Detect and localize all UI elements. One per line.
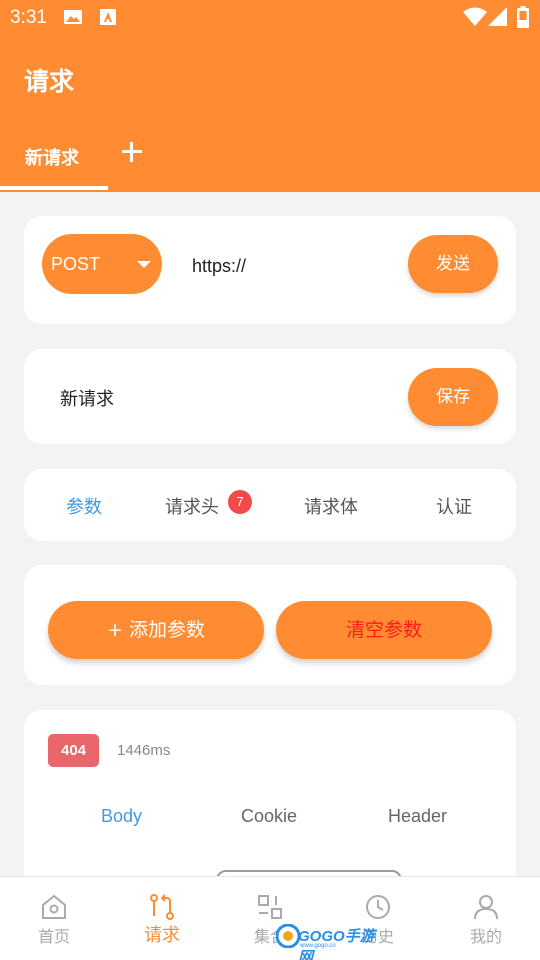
history-icon <box>366 895 390 919</box>
nav-home-label: 首页 <box>37 927 70 946</box>
add-param-button[interactable]: + 添加参数 <box>48 601 264 659</box>
nav-home[interactable]: 首页 <box>4 877 104 960</box>
tab-auth[interactable]: 认证 <box>436 493 472 519</box>
add-tab-button[interactable] <box>118 138 146 166</box>
collection-icon <box>258 895 282 919</box>
tab-params[interactable]: 参数 <box>66 493 102 519</box>
status-time: 3:31 <box>10 7 47 28</box>
url-input[interactable]: https:// <box>192 256 246 277</box>
image-icon <box>64 10 82 24</box>
watermark-domain: www.gogo.cn <box>300 943 336 949</box>
request-name-card: 新请求 保存 <box>24 349 516 444</box>
nav-profile[interactable]: 我的 <box>436 877 536 960</box>
nav-request-label: 请求 <box>144 925 180 946</box>
cellular-signal-icon <box>488 7 507 26</box>
status-code-badge: 404 <box>48 734 99 767</box>
chevron-down-icon <box>137 261 151 268</box>
bottom-navigation: 首页 请求 集合 历史 我的 <box>0 876 540 960</box>
response-time: 1446ms <box>117 742 171 759</box>
home-icon <box>42 894 66 919</box>
font-icon <box>100 9 116 25</box>
tab-new-request[interactable]: 新请求 <box>25 144 79 170</box>
wifi-icon <box>463 7 487 26</box>
param-tabs-card: 参数 请求头 7 请求体 认证 <box>24 469 516 541</box>
nav-profile-label: 我的 <box>469 927 502 946</box>
page-title: 请求 <box>24 67 75 96</box>
save-button[interactable]: 保存 <box>408 368 498 426</box>
method-dropdown[interactable]: POST <box>42 234 162 294</box>
watermark-logo-icon <box>276 924 300 948</box>
tab-indicator <box>0 186 108 190</box>
method-value: POST <box>51 254 101 274</box>
tab-response-body[interactable]: Body <box>101 806 142 827</box>
tab-response-cookie[interactable]: Cookie <box>241 806 297 827</box>
clear-params-button[interactable]: 清空参数 <box>276 601 492 659</box>
nav-request[interactable]: 请求 <box>112 877 212 960</box>
request-line-card: POST https:// 发送 <box>24 216 516 324</box>
send-button[interactable]: 发送 <box>408 235 498 293</box>
status-bar: 3:31 <box>0 0 540 36</box>
headers-count-badge: 7 <box>228 490 252 514</box>
tab-response-header[interactable]: Header <box>388 806 447 827</box>
profile-icon <box>474 895 498 920</box>
request-icon <box>150 894 174 920</box>
tab-headers[interactable]: 请求头 <box>165 493 219 519</box>
request-name-input[interactable]: 新请求 <box>60 385 114 411</box>
params-card: + 添加参数 清空参数 <box>24 565 516 685</box>
watermark: GOGO手游网 www.gogo.cn <box>276 922 384 960</box>
tab-body[interactable]: 请求体 <box>304 493 358 519</box>
battery-icon <box>517 6 529 28</box>
app-header: 3:31 请求 新请求 <box>0 0 540 192</box>
